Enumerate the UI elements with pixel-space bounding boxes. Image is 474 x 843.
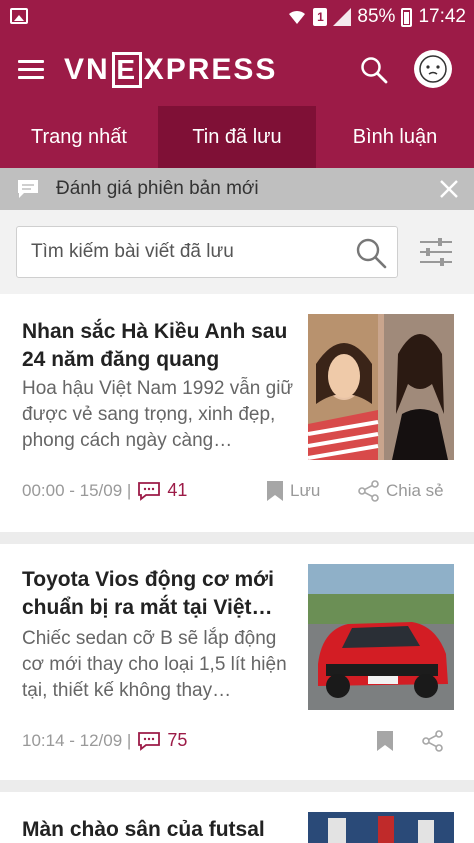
vnexpress-logo[interactable]: VN E XPRESS <box>64 52 277 88</box>
save-label: Lưu <box>290 481 321 500</box>
filter-sliders-icon[interactable] <box>418 234 454 270</box>
share-button[interactable]: Chia sẻ <box>358 480 444 502</box>
saved-search-row <box>0 210 474 294</box>
wifi-icon <box>289 10 306 24</box>
article-title[interactable]: Màn chào sân của futsal <box>22 816 302 843</box>
comment-count[interactable]: 75 <box>167 730 187 751</box>
feedback-banner[interactable]: Đánh giá phiên bản mới <box>0 168 474 210</box>
article-thumbnail[interactable] <box>308 564 454 710</box>
article-meta: 00:00 - 15/09 | 41 <box>22 480 187 501</box>
article-description: Chiếc sedan cỡ B sẽ lắp động cơ mới thay… <box>22 628 287 701</box>
article-timestamp: 10:14 - 12/09 | <box>22 730 132 750</box>
logo-text-left: VN <box>64 53 110 86</box>
article-timestamp: 00:00 - 15/09 | <box>22 480 132 500</box>
logo-text-right: XPRESS <box>143 53 278 86</box>
status-indicators: 1 85% 17:42 <box>287 6 466 28</box>
status-bar: 1 85% 17:42 <box>0 0 474 34</box>
battery-percentage: 85% <box>357 6 396 27</box>
sim-icon: 1 <box>313 8 328 26</box>
feedback-banner-text: Đánh giá phiên bản mới <box>56 178 259 199</box>
clock: 17:42 <box>418 6 466 27</box>
tab-trang-nhat[interactable]: Trang nhất <box>0 106 158 168</box>
signal-icon <box>333 8 352 26</box>
tab-binh-luan[interactable]: Bình luận <box>316 106 474 168</box>
share-button[interactable] <box>422 730 444 752</box>
saved-search-box <box>16 226 398 278</box>
share-icon <box>358 480 379 502</box>
comment-icon <box>138 731 161 751</box>
article-thumbnail[interactable] <box>308 812 454 843</box>
article-card[interactable]: Toyota Vios động cơ mới chuẩn bị ra mắt … <box>0 544 474 780</box>
article-card[interactable]: Nhan sắc Hà Kiều Anh sau 24 năm đăng qua… <box>0 294 474 532</box>
user-avatar[interactable] <box>414 50 452 88</box>
save-button[interactable] <box>376 730 394 752</box>
bookmark-icon <box>377 731 393 751</box>
car-photo-image <box>308 564 454 710</box>
battery-icon <box>401 7 413 27</box>
futsal-photo-image <box>308 812 454 843</box>
section-tabs: Trang nhất Tin đã lưu Bình luận <box>0 106 474 168</box>
close-icon[interactable] <box>438 178 460 200</box>
app-bar: VN E XPRESS <box>0 34 474 106</box>
logo-e-mark: E <box>111 52 142 88</box>
article-card[interactable]: Màn chào sân của futsal <box>0 792 474 843</box>
article-title[interactable]: Nhan sắc Hà Kiều Anh sau 24 năm đăng qua… <box>22 318 302 374</box>
comment-icon <box>138 481 161 501</box>
tab-tin-da-luu[interactable]: Tin đã lưu <box>158 106 316 168</box>
gallery-notification-icon <box>10 8 28 24</box>
article-meta: 10:14 - 12/09 | 75 <box>22 730 187 751</box>
avatar-face-icon <box>419 55 447 83</box>
saved-search-input[interactable] <box>31 227 351 277</box>
comment-count[interactable]: 41 <box>167 480 187 501</box>
search-icon[interactable] <box>355 237 387 269</box>
article-thumbnail[interactable] <box>308 314 454 460</box>
chat-bubble-icon <box>18 180 38 198</box>
share-icon <box>422 730 443 752</box>
article-description: Hoa hậu Việt Nam 1992 vẫn giữ được vẻ sa… <box>22 378 294 451</box>
share-label: Chia sẻ <box>386 481 444 500</box>
search-icon[interactable] <box>360 56 388 84</box>
portrait-photo-image <box>308 314 454 460</box>
bookmark-icon <box>267 481 283 501</box>
hamburger-menu-icon[interactable] <box>18 60 44 80</box>
article-title[interactable]: Toyota Vios động cơ mới chuẩn bị ra mắt … <box>22 566 302 622</box>
save-button[interactable]: Lưu <box>266 480 320 502</box>
